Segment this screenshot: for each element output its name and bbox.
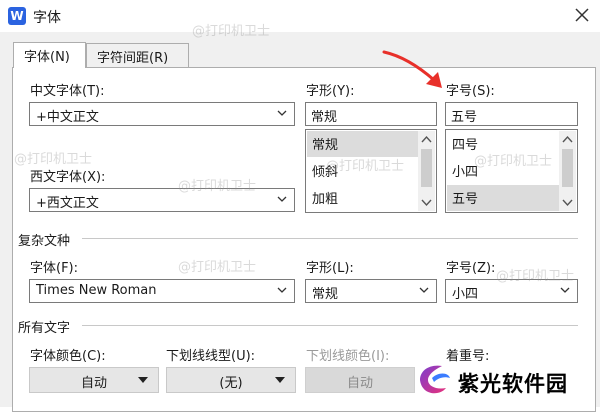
section-divider [82,325,578,326]
size-option[interactable]: 五号 [447,185,560,211]
chevron-down-icon [419,287,429,293]
complex-font-combo[interactable]: Times New Roman [29,279,295,303]
watermark-text: @打印机卫士 [178,179,257,194]
wps-app-icon: W [8,7,26,25]
chevron-down-icon [277,287,287,293]
watermark-text: @打印机卫士 [192,24,271,39]
scroll-up-icon[interactable] [421,135,432,143]
style-label: 字形(Y): [306,84,355,99]
underline-color-label: 下划线颜色(I): [306,349,390,364]
dropdown-arrow-icon [275,377,285,383]
section-divider [82,238,578,239]
complex-font-label: 字体(F): [30,261,79,276]
scroll-thumb[interactable] [562,149,573,187]
watermark-text: @打印机卫士 [178,260,257,275]
underline-type-dropdown[interactable]: (无) [166,367,296,393]
font-color-label: 字体颜色(C): [30,349,106,364]
chinese-font-label: 中文字体(T): [30,84,105,99]
font-color-value: 自动 [80,376,107,391]
annotation-arrow-icon [382,50,442,88]
scroll-thumb[interactable] [421,149,432,187]
complex-section-title: 复杂文种 [18,234,71,249]
underline-color-value: 自动 [346,376,373,391]
chevron-down-icon [277,110,287,116]
scroll-down-icon[interactable] [562,199,573,207]
scroll-up-icon[interactable] [562,135,573,143]
chevron-down-icon [560,287,570,293]
chinese-font-value: +中文正文 [36,110,99,125]
size-listbox[interactable]: 四号 小四 五号 [445,129,578,213]
complex-size-value: 小四 [452,287,479,302]
underline-type-label: 下划线线型(U): [166,349,256,364]
complex-size-label: 字号(Z): [446,261,496,276]
brand-logo-text: 紫光软件园 [458,372,568,396]
dialog-title: 字体 [33,10,61,26]
watermark-text: @打印机卫士 [496,269,575,284]
chevron-down-icon [277,196,287,202]
complex-style-value: 常规 [312,287,339,302]
close-icon[interactable] [570,3,594,27]
all-text-section-title: 所有文字 [18,321,71,336]
watermark-text: @打印机卫士 [474,154,553,169]
scroll-down-icon[interactable] [421,199,432,207]
dropdown-arrow-icon [138,377,148,383]
tab-character-spacing[interactable]: 字符间距(R) [86,43,189,67]
size-scrollbar[interactable] [559,131,576,211]
style-input[interactable]: 常规 [305,102,437,126]
complex-font-value: Times New Roman [36,283,157,298]
watermark-text: @打印机卫士 [326,159,405,174]
style-option[interactable]: 常规 [307,131,419,157]
underline-type-value: (无) [219,376,243,391]
brand-logo-icon [420,365,450,394]
title-bar [0,0,600,32]
complex-style-label: 字形(L): [306,261,354,276]
watermark-text: @打印机卫士 [14,152,93,167]
style-option[interactable]: 加粗 [307,185,419,211]
western-font-label: 西文字体(X): [30,170,106,185]
size-label: 字号(S): [446,84,495,99]
tab-font[interactable]: 字体(N) [13,42,86,68]
size-input[interactable]: 五号 [445,102,578,126]
style-scrollbar[interactable] [418,131,435,211]
chinese-font-combo[interactable]: +中文正文 [29,102,295,126]
complex-style-combo[interactable]: 常规 [305,279,437,303]
western-font-value: +西文正文 [36,196,99,211]
underline-color-dropdown: 自动 [305,367,415,393]
font-color-dropdown[interactable]: 自动 [29,367,159,393]
